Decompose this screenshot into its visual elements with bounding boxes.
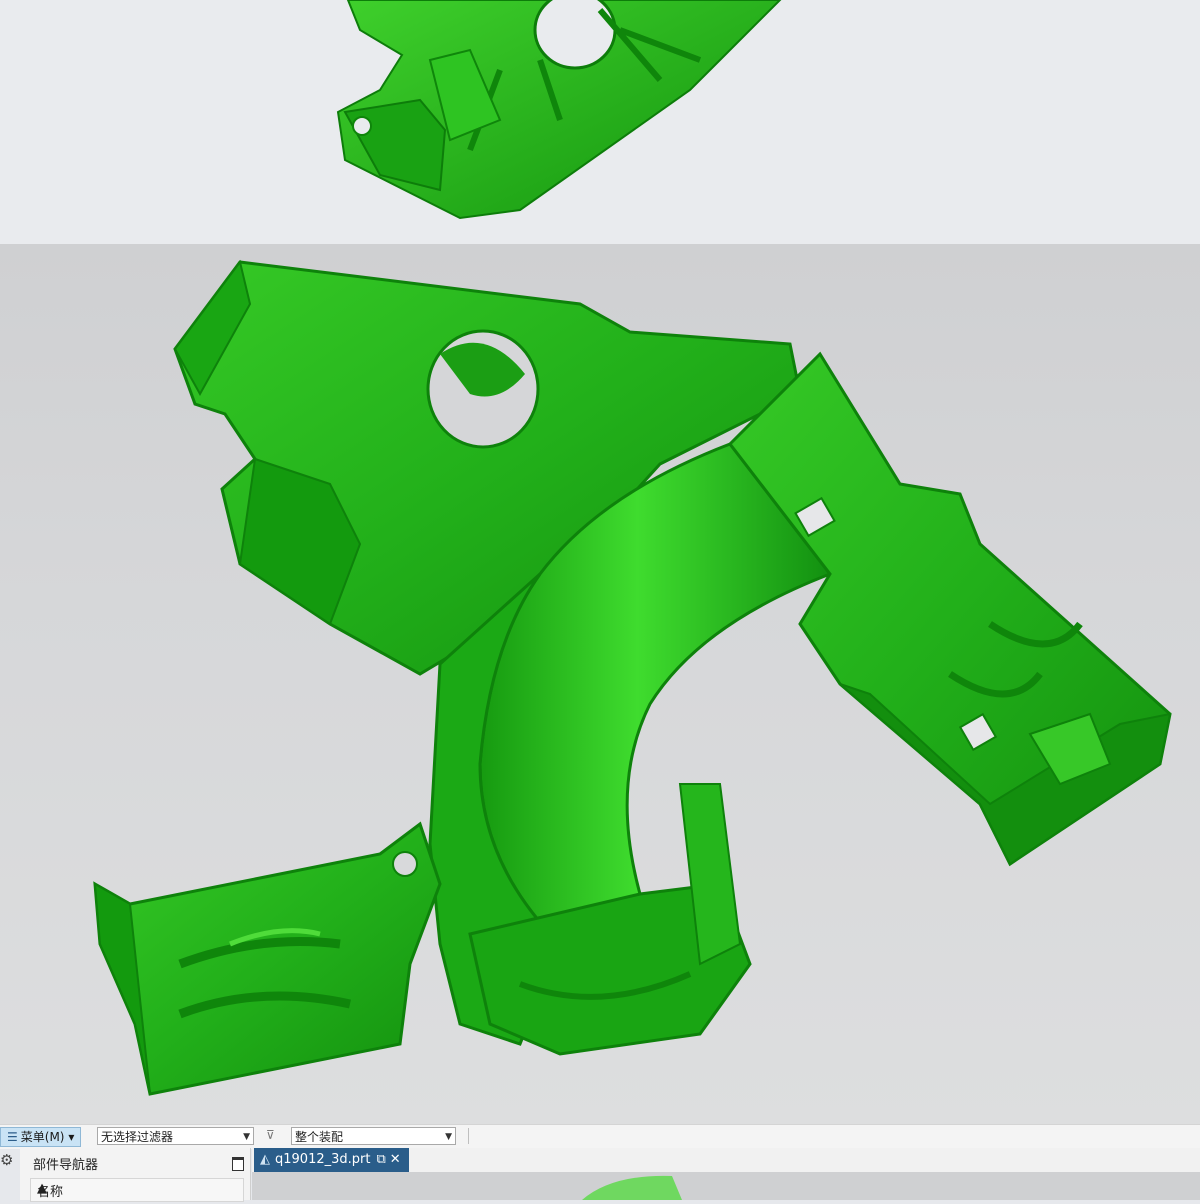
part-navigator-title: 部件导航器	[33, 1158, 99, 1173]
chevron-down-icon: ▼	[243, 1132, 250, 1142]
document-tab-strip: ◭ q19012_3d.prt ⧉ ✕	[252, 1148, 1200, 1200]
funnel-icon[interactable]: ⊽	[266, 1128, 275, 1142]
part-model-preview	[582, 1175, 682, 1200]
selection-filter-dropdown[interactable]: 无选择过滤器 ▼	[97, 1127, 254, 1145]
sort-ascending-icon: ▲	[37, 1181, 47, 1196]
close-icon[interactable]: ✕	[390, 1148, 401, 1172]
gear-icon[interactable]: ⚙	[0, 1151, 13, 1169]
assembly-scope-dropdown[interactable]: 整个装配 ▼	[291, 1127, 456, 1145]
part-file-icon: ◭	[260, 1152, 270, 1167]
menu-lines-icon: ☰	[7, 1130, 18, 1144]
chevron-down-icon: ▼	[445, 1132, 452, 1142]
tab-q19012-3d[interactable]: ◭ q19012_3d.prt ⧉ ✕	[254, 1148, 409, 1172]
menu-button[interactable]: ☰ 菜单(M) ▾	[0, 1127, 82, 1147]
dropdown-arrow-icon: ▾	[68, 1130, 75, 1144]
selection-filter-value: 无选择过滤器	[101, 1130, 174, 1144]
top-viewport[interactable]	[0, 0, 1200, 244]
main-viewport[interactable]	[0, 244, 1200, 1128]
part-navigator: 部件导航器 名称 ▲	[20, 1148, 251, 1202]
graphics-window-preview[interactable]	[252, 1172, 1200, 1200]
pop-out-icon[interactable]: ⧉	[376, 1148, 385, 1172]
maximize-icon[interactable]	[232, 1157, 244, 1171]
selection-toolbar: ☰ 菜单(M) ▾ 无选择过滤器 ▼ ⊽ 整个装配 ▼	[0, 1124, 1200, 1149]
name-column-header[interactable]: 名称 ▲	[30, 1178, 244, 1202]
part-model-partial	[336, 0, 782, 220]
menu-label: 菜单(M)	[20, 1130, 65, 1144]
part-model	[93, 259, 1172, 1096]
toolbar-divider	[468, 1128, 469, 1144]
tab-filename: q19012_3d.prt	[275, 1152, 371, 1167]
assembly-scope-value: 整个装配	[295, 1130, 344, 1144]
